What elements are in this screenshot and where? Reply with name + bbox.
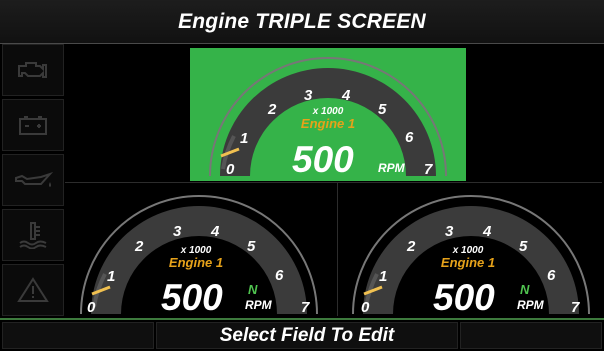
page-title: Engine TRIPLE SCREEN (178, 9, 426, 33)
divider-horizontal (65, 182, 602, 183)
alarm-sidebar (2, 44, 64, 316)
rpm-unit: RPM (378, 161, 406, 175)
tick-label: 0 (87, 299, 96, 316)
tick-label: 4 (482, 223, 492, 240)
gauge-field-bottom-right[interactable]: 0 1 2 3 4 5 6 7 x 1000 Engine 1 500 N RP… (339, 184, 602, 316)
warning-icon (17, 277, 49, 302)
gauge-field-top[interactable]: 0 1 2 3 4 5 6 7 x 1000 Engine 1 500 RPM (190, 48, 466, 181)
tick-label: 3 (173, 223, 182, 240)
softkey-left[interactable] (2, 322, 154, 349)
tick-label: 3 (445, 223, 454, 240)
engine-label: Engine 1 (441, 255, 495, 270)
tick-label: 0 (226, 161, 235, 178)
select-field-softkey[interactable]: Select Field To Edit (156, 322, 458, 349)
warning-button[interactable] (2, 264, 64, 316)
battery-icon (19, 116, 47, 135)
tick-label: 5 (378, 101, 387, 118)
tick-label: 2 (134, 238, 144, 255)
gauge-area: 0 1 2 3 4 5 6 7 x 1000 Engine 1 500 RPM … (65, 44, 602, 316)
rpm-value: 500 (292, 139, 354, 180)
rpm-unit: RPM (245, 298, 273, 312)
title-bar: Engine TRIPLE SCREEN (0, 0, 604, 44)
tick-label: 1 (240, 130, 248, 147)
tick-label: 6 (547, 267, 556, 284)
divider-vertical (337, 183, 338, 316)
rpm-gauge: 0 1 2 3 4 5 6 7 x 1000 Engine 1 500 N RP… (80, 195, 318, 316)
oil-pressure-button[interactable] (2, 154, 64, 206)
oil-pressure-icon (15, 171, 53, 187)
tick-label: 6 (405, 129, 414, 146)
softkey-label: Select Field To Edit (219, 324, 395, 346)
tick-label: 2 (267, 101, 277, 118)
coolant-temperature-button[interactable] (2, 209, 64, 261)
tick-label: 2 (406, 238, 416, 255)
engine-triple-screen: Engine TRIPLE SCREEN 0 1 2 3 4 5 6 7 x 1… (0, 0, 604, 351)
rpm-value: 500 (161, 277, 223, 316)
rpm-unit: RPM (517, 298, 545, 312)
tick-label: 7 (301, 299, 310, 316)
check-engine-button[interactable] (2, 44, 64, 96)
rpm-gauge: 0 1 2 3 4 5 6 7 x 1000 Engine 1 500 N RP… (352, 195, 590, 316)
softkey-bar: Select Field To Edit (0, 318, 604, 351)
rpm-value: 500 (433, 277, 495, 316)
gear-indicator: N (248, 282, 258, 297)
tick-label: 4 (341, 87, 351, 104)
coolant-temperature-icon (19, 222, 47, 249)
tick-label: 6 (275, 267, 284, 284)
gear-indicator: N (520, 282, 530, 297)
softkey-right[interactable] (460, 322, 602, 349)
battery-button[interactable] (2, 99, 64, 151)
tick-label: 7 (424, 161, 433, 178)
tick-label: 4 (210, 223, 220, 240)
engine-label: Engine 1 (301, 116, 355, 131)
engine-label: Engine 1 (169, 255, 223, 270)
check-engine-icon (18, 62, 47, 78)
tick-label: 5 (247, 238, 256, 255)
tick-label: 7 (571, 299, 580, 316)
tick-label: 3 (304, 87, 313, 104)
rpm-gauge: 0 1 2 3 4 5 6 7 x 1000 Engine 1 500 RPM (209, 57, 447, 180)
tick-label: 1 (379, 268, 387, 285)
tick-label: 0 (361, 299, 370, 316)
tick-label: 1 (107, 268, 115, 285)
gauge-field-bottom-left[interactable]: 0 1 2 3 4 5 6 7 x 1000 Engine 1 500 N RP… (65, 184, 336, 316)
tick-label: 5 (519, 238, 528, 255)
